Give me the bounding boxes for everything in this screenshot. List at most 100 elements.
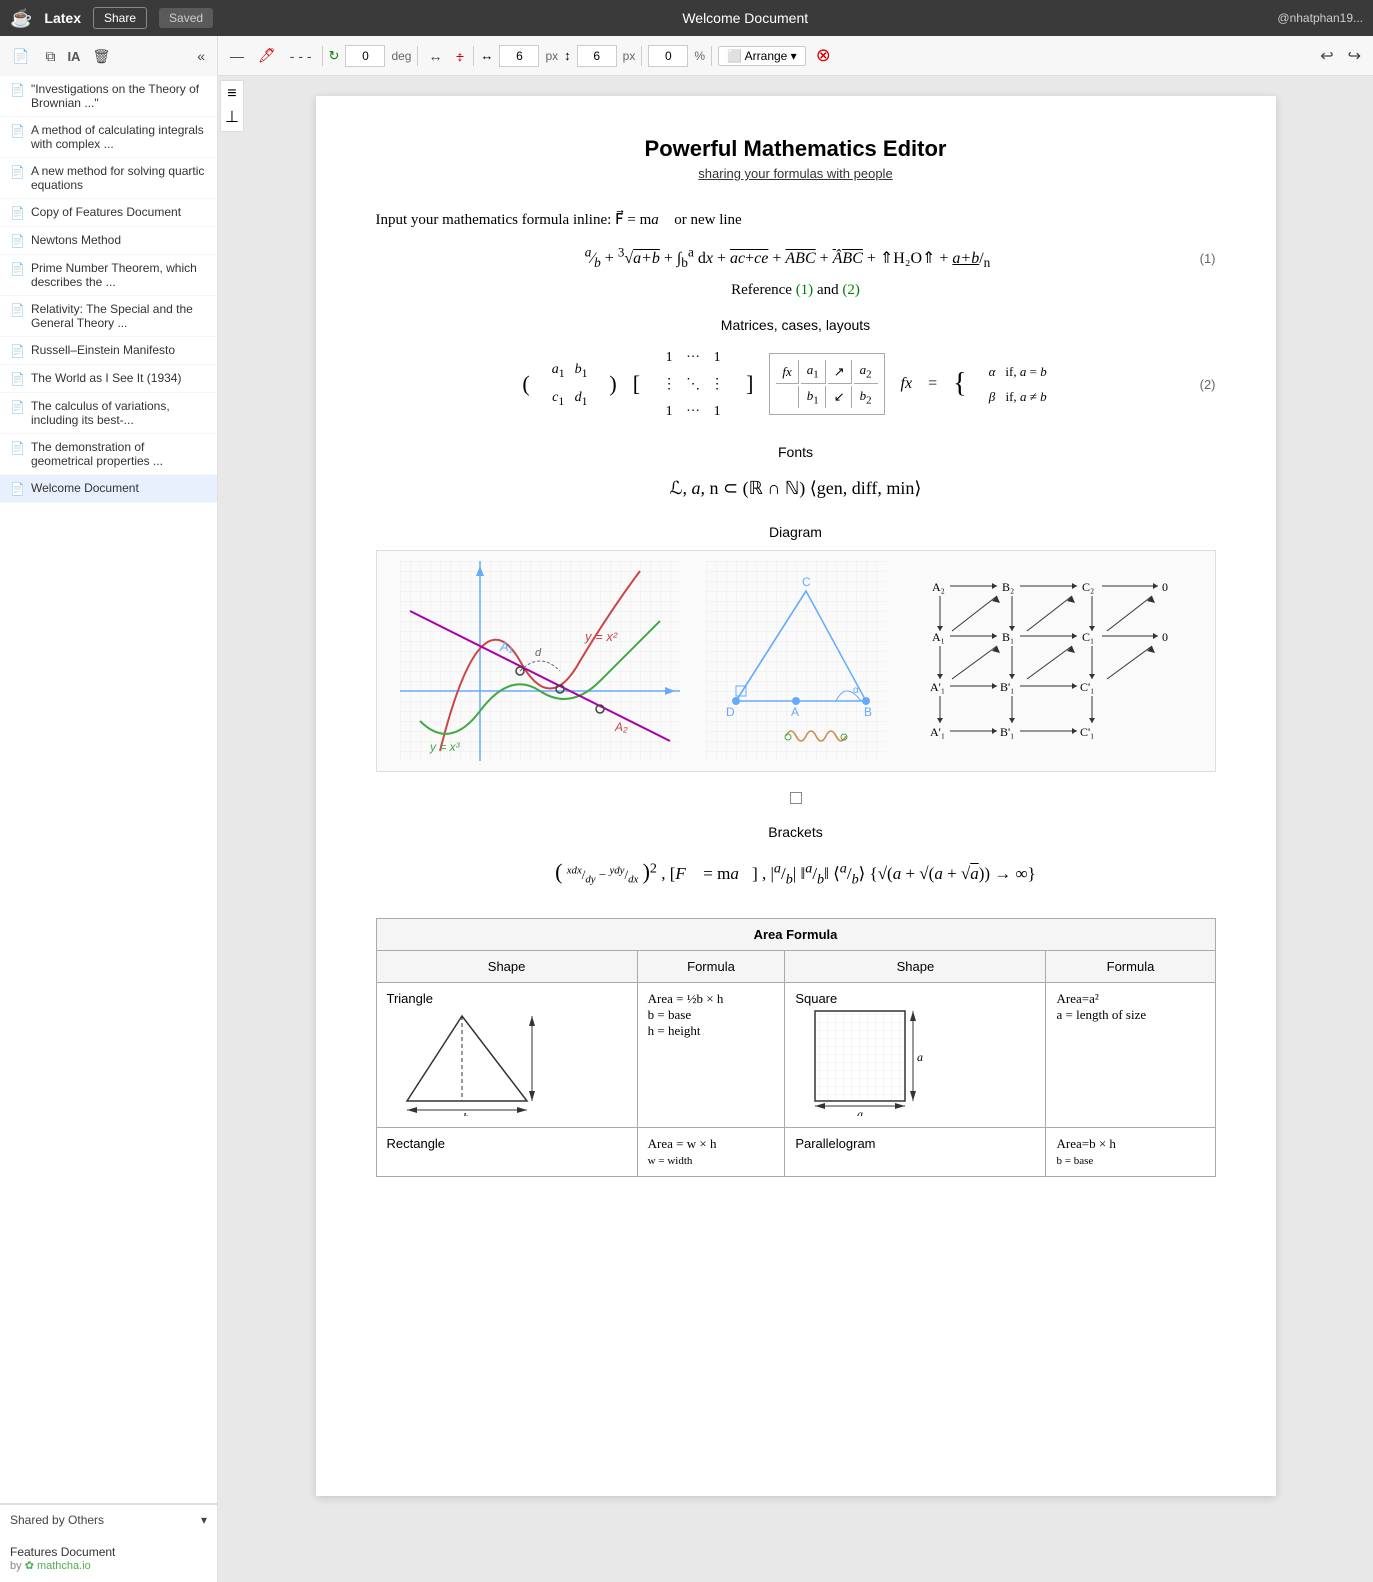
formula-line-1: a⁄b + 3√a+b + ∫ba dx + ac+ce + ABC + ÂBC… <box>376 245 1216 272</box>
copy-button[interactable]: ⧉ <box>41 46 59 67</box>
sidebar-item-label: "Investigations on the Theory of Brownia… <box>31 82 207 110</box>
area-formula-section: Area Formula Shape Formula Shape Formula… <box>376 918 1216 1177</box>
reference-line: Reference (1) and (2) <box>376 282 1216 299</box>
sidebar: 📄 "Investigations on the Theory of Brown… <box>0 76 218 1582</box>
formula-triangle-text: Area = ½b × hb = baseh = height <box>648 991 775 1039</box>
delete-button[interactable]: 🗑 <box>88 46 114 67</box>
table-row: Triangle h <box>376 983 1215 1128</box>
ref-1: (1) <box>796 282 814 298</box>
svg-text:C: C <box>802 575 811 589</box>
sidebar-item[interactable]: 📄 Prime Number Theorem, which describes … <box>0 255 217 296</box>
svg-text:y = x²: y = x² <box>584 629 618 644</box>
col-formula2-header: Formula <box>1046 951 1215 983</box>
svg-text:C₂: C₂ <box>1082 580 1094 594</box>
svg-text:B: B <box>864 705 872 719</box>
sidebar-item[interactable]: 📄 The calculus of variations, including … <box>0 393 217 434</box>
col-shape1-header: Shape <box>376 951 637 983</box>
sidebar-item[interactable]: 📄 Welcome Document <box>0 475 217 503</box>
shape-square: Square a <box>785 983 1046 1128</box>
doc-icon: 📄 <box>10 234 25 248</box>
shape-rectangle: Rectangle <box>376 1128 637 1177</box>
main-content: ≡ ⊥ Powerful Mathematics Editor sharing … <box>218 76 1373 1582</box>
shape-parallelogram: Parallelogram <box>785 1128 1046 1177</box>
sep5 <box>711 46 712 66</box>
shared-docs-list: Features Document by ✿ mathcha.io <box>0 1535 217 1582</box>
sidebar-item[interactable]: 📄 Copy of Features Document <box>0 199 217 227</box>
flip-v-button[interactable]: ↕ <box>452 46 467 66</box>
svg-text:A₁: A₁ <box>499 639 513 654</box>
shared-doc-item[interactable]: Features Document by ✿ mathcha.io <box>0 1539 217 1578</box>
user-menu[interactable]: @nhatphan19... <box>1277 11 1363 25</box>
rotate-icon: ↻ <box>329 48 340 64</box>
rotate-unit: deg <box>391 49 411 63</box>
sidebar-item[interactable]: 📄 A new method for solving quartic equat… <box>0 158 217 199</box>
sidebar-item[interactable]: 📄 Newtons Method <box>0 227 217 255</box>
svg-text:a: a <box>917 1050 923 1064</box>
sep4 <box>641 46 642 66</box>
shape-triangle-label: Triangle <box>387 991 627 1006</box>
sidebar-item[interactable]: 📄 The World as I See It (1934) <box>0 365 217 393</box>
sidebar-item-label: The calculus of variations, including it… <box>31 399 207 427</box>
shared-doc-title: Features Document <box>10 1545 207 1559</box>
close-red-button[interactable]: ⊗ <box>812 43 835 68</box>
brackets-heading: Brackets <box>376 824 1216 840</box>
doc-icon: 📄 <box>10 372 25 386</box>
svg-text:C'₁: C'₁ <box>1080 725 1094 739</box>
collapse-button[interactable]: « <box>193 46 209 66</box>
svg-text:B₁: B₁ <box>1002 630 1014 644</box>
ref-2: (2) <box>842 282 860 298</box>
new-doc-button[interactable]: 📄 <box>8 46 33 67</box>
shared-by-others-label: Shared by Others <box>10 1513 104 1527</box>
doc-icon: 📄 <box>10 124 25 138</box>
sidebar-item-label: Prime Number Theorem, which describes th… <box>31 261 207 289</box>
formula-number-2: (2) <box>1200 377 1216 392</box>
sidebar-item[interactable]: 📄 Relativity: The Special and the Genera… <box>0 296 217 337</box>
scale-input[interactable] <box>648 45 688 67</box>
triangle-diagram: C D A B α <box>706 561 886 761</box>
line-dashed-button[interactable]: - - - <box>286 46 316 66</box>
width-input[interactable] <box>499 45 539 67</box>
sidebar-item[interactable]: 📄 "Investigations on the Theory of Brown… <box>0 76 217 117</box>
fonts-heading: Fonts <box>376 444 1216 460</box>
svg-text:B'₁: B'₁ <box>1000 725 1014 739</box>
shape-triangle: Triangle h <box>376 983 637 1128</box>
svg-text:0: 0 <box>1162 580 1168 594</box>
undo-button[interactable]: ↩ <box>1316 44 1337 68</box>
sidebar-item-label: The World as I See It (1934) <box>31 371 182 385</box>
doc-icon: 📄 <box>10 441 25 455</box>
share-button[interactable]: Share <box>93 7 147 29</box>
line-color-button[interactable]: 🖊 <box>254 45 280 66</box>
doc-subtitle: sharing your formulas with people <box>376 166 1216 181</box>
sep1 <box>322 46 323 66</box>
main-layout: 📄 "Investigations on the Theory of Brown… <box>0 76 1373 1582</box>
svg-text:A₂: A₂ <box>932 580 945 594</box>
redo-button[interactable]: ↪ <box>1344 44 1365 68</box>
height-input[interactable] <box>577 45 617 67</box>
commutative-diagram: A₂ B₂ C₂ 0 A₁ B₁ C₁ 0 A'₁ B'₁ C'₁ A'₁ B'… <box>912 561 1192 761</box>
flip-h-button[interactable]: ↔ <box>424 46 446 66</box>
sidebar-item-label: Copy of Features Document <box>31 205 181 219</box>
matrices-formula: ( a1b1 c1d1 ) [ 1···1 ⋮⋱⋮ 1 <box>376 343 1216 427</box>
svg-text:B'₁: B'₁ <box>1000 680 1014 694</box>
brackets-formula: ( xdx/dy − ydy/dx )2 , [F⃗ = ma⃗] , |a/b… <box>376 850 1216 894</box>
rotate-input[interactable] <box>345 45 385 67</box>
sidebar-item-label: Relativity: The Special and the General … <box>31 302 207 330</box>
shared-by-others-section[interactable]: Shared by Others ▾ <box>0 1503 217 1535</box>
svg-text:D: D <box>726 705 735 719</box>
shared-chevron-icon: ▾ <box>201 1513 207 1527</box>
text-tool-button[interactable]: ≡ <box>225 85 239 103</box>
document-page: Powerful Mathematics Editor sharing your… <box>316 96 1276 1496</box>
document-title: Welcome Document <box>225 10 1265 26</box>
sidebar-item[interactable]: 📄 The demonstration of geometrical prope… <box>0 434 217 475</box>
doc-main-title: Powerful Mathematics Editor <box>376 136 1216 162</box>
insert-tool-button[interactable]: ⊥ <box>225 107 239 127</box>
svg-text:C'₁: C'₁ <box>1080 680 1094 694</box>
line-solid-button[interactable]: — <box>226 46 248 66</box>
svg-text:A₂: A₂ <box>614 720 628 734</box>
sidebar-item[interactable]: 📄 Russell–Einstein Manifesto <box>0 337 217 365</box>
svg-text:α: α <box>853 685 859 696</box>
width-arrows-icon: ↔ <box>480 48 493 63</box>
arrange-button[interactable]: ⬜ Arrange ▾ <box>718 46 806 66</box>
triangle-svg: h b <box>387 1006 537 1116</box>
sidebar-item[interactable]: 📄 A method of calculating integrals with… <box>0 117 217 158</box>
